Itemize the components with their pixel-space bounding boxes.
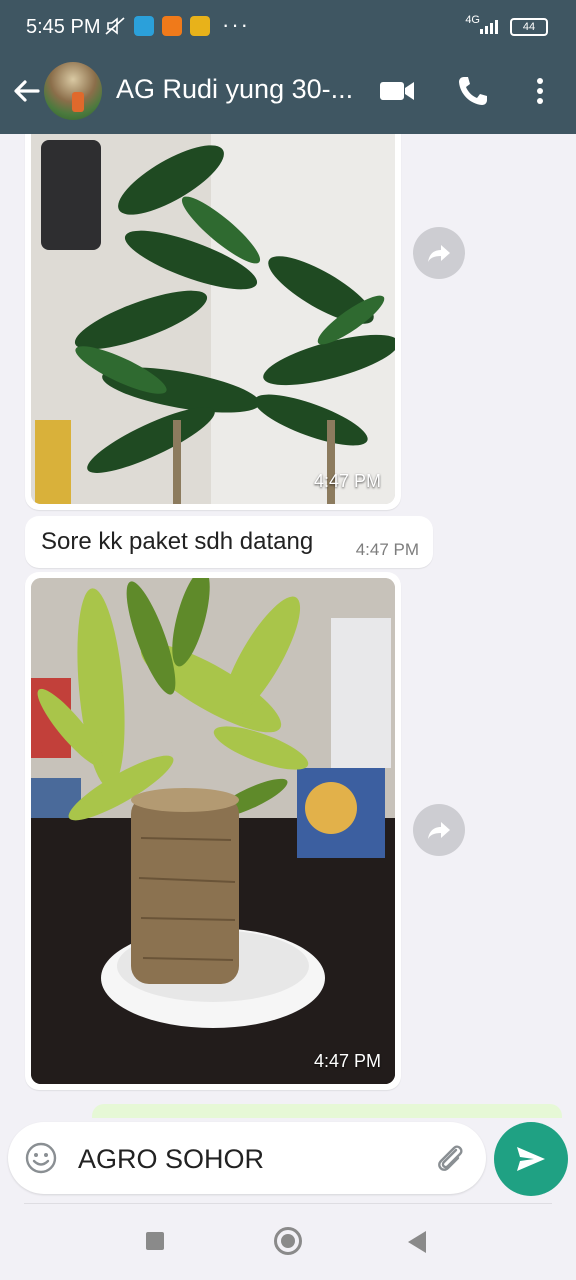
back-arrow-icon[interactable] bbox=[10, 74, 44, 108]
forward-icon bbox=[428, 245, 450, 262]
battery-level: 44 bbox=[522, 21, 536, 33]
message-photo[interactable]: 4:47 PM bbox=[31, 134, 395, 504]
home-icon[interactable] bbox=[274, 1227, 302, 1255]
attach-icon[interactable] bbox=[432, 1140, 468, 1176]
text-message[interactable]: Sore kk paket sdh datang 4:47 PM bbox=[25, 516, 433, 568]
forward-button[interactable] bbox=[413, 804, 465, 856]
message-input[interactable] bbox=[78, 1142, 418, 1176]
message-time: 4:47 PM bbox=[355, 540, 419, 559]
recent-apps-icon[interactable] bbox=[146, 1232, 164, 1250]
avatar[interactable] bbox=[44, 62, 102, 120]
forward-icon bbox=[428, 822, 450, 839]
shop-app-icon bbox=[162, 16, 182, 36]
message-photo[interactable]: 4:47 PM bbox=[31, 578, 395, 1084]
status-bar: 5:45 PM ··· 4G 44 bbox=[0, 0, 576, 56]
message-time: 4:47 PM bbox=[313, 471, 381, 491]
forward-button[interactable] bbox=[413, 227, 465, 279]
contact-name[interactable]: AG Rudi yung 30-... bbox=[116, 74, 353, 105]
plant-photo-graphic bbox=[31, 134, 395, 504]
store-app-icon bbox=[190, 16, 210, 36]
battery-icon: 44 bbox=[510, 18, 548, 36]
telegram-icon bbox=[134, 16, 154, 36]
bamboo-photo-graphic bbox=[31, 578, 395, 1084]
more-notifications-icon: ··· bbox=[222, 12, 250, 37]
chat-messages: 4:47 PM Sore kk paket sdh datang 4:47 PM bbox=[0, 134, 576, 1104]
back-icon[interactable] bbox=[408, 1231, 426, 1253]
message-time: 4:47 PM bbox=[313, 1051, 381, 1071]
image-message[interactable]: 4:47 PM bbox=[25, 572, 401, 1090]
image-message[interactable]: 4:47 PM bbox=[25, 134, 401, 510]
voice-call-icon[interactable] bbox=[456, 74, 490, 108]
chat-header: AG Rudi yung 30-... bbox=[0, 56, 576, 134]
system-nav-bar bbox=[0, 1204, 576, 1280]
send-button[interactable] bbox=[494, 1122, 568, 1196]
mute-icon bbox=[105, 17, 125, 35]
status-time: 5:45 PM bbox=[26, 16, 101, 38]
network-type: 4G bbox=[465, 14, 480, 26]
send-icon bbox=[517, 1147, 545, 1171]
outgoing-message-peek bbox=[92, 1104, 562, 1118]
more-vert-icon[interactable] bbox=[528, 74, 552, 108]
signal-icon bbox=[480, 20, 498, 34]
message-composer bbox=[8, 1122, 486, 1194]
notification-icons bbox=[104, 16, 210, 36]
video-call-icon[interactable] bbox=[378, 76, 416, 106]
message-text: Sore kk paket sdh datang bbox=[41, 528, 314, 555]
emoji-icon[interactable] bbox=[24, 1141, 58, 1175]
